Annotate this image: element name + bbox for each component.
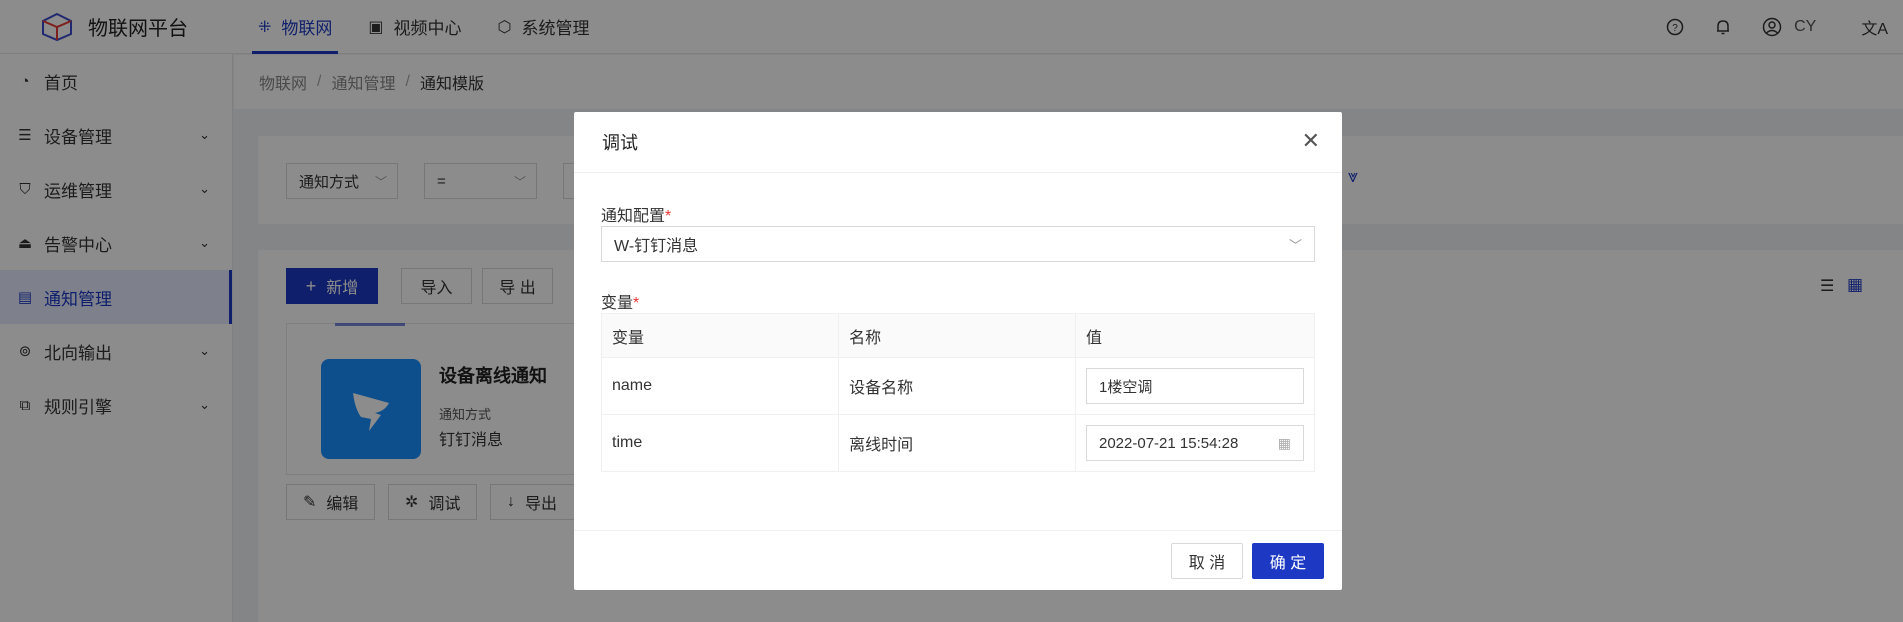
config-label: 通知配置* [601, 202, 671, 226]
config-select[interactable]: W-钉钉消息 ﹀ [601, 226, 1315, 262]
modal-footer: 取 消 确 定 [574, 530, 1342, 590]
table-row: time 离线时间 2022-07-21 15:54:28 ▦ [600, 414, 1315, 472]
variables-table: 变量 名称 值 name 设备名称 1楼空调 time 离线时间 2022-07… [600, 313, 1315, 472]
column-header: 名称 [838, 313, 1076, 358]
required-mark: * [633, 295, 640, 312]
table-row: name 设备名称 1楼空调 [600, 357, 1315, 415]
cancel-button-label: 取 消 [1188, 555, 1226, 572]
column-header: 变量 [600, 313, 840, 358]
date-picker-input[interactable]: 2022-07-21 15:54:28 ▦ [1086, 425, 1304, 461]
close-icon[interactable]: ✕ [1302, 130, 1320, 152]
var-key: name [600, 357, 840, 415]
confirm-button-label: 确 定 [1269, 555, 1307, 572]
var-name: 离线时间 [838, 414, 1076, 472]
var-value-cell: 2022-07-21 15:54:28 ▦ [1075, 414, 1315, 472]
modal-title: 调试 [602, 133, 638, 153]
var-value-text: 2022-07-21 15:54:28 [1099, 434, 1239, 452]
var-key: time [600, 414, 840, 472]
vars-label: 变量* [601, 289, 639, 313]
confirm-button[interactable]: 确 定 [1252, 543, 1324, 579]
calendar-icon: ▦ [1277, 434, 1291, 451]
var-name: 设备名称 [838, 357, 1076, 415]
var-value-cell: 1楼空调 [1075, 357, 1315, 415]
column-header: 值 [1075, 313, 1315, 358]
chevron-down-icon: ﹀ [1288, 237, 1302, 253]
config-label-text: 通知配置 [601, 208, 666, 225]
var-value-input[interactable]: 1楼空调 [1086, 368, 1304, 404]
config-select-value: W-钉钉消息 [614, 238, 699, 255]
table-header-row: 变量 名称 值 [600, 313, 1315, 358]
var-value-text: 1楼空调 [1099, 378, 1153, 396]
debug-modal: 调试 ✕ 通知配置* W-钉钉消息 ﹀ 变量* 变量 名称 值 name 设备名… [574, 112, 1342, 590]
required-mark: * [665, 208, 672, 225]
vars-label-text: 变量 [601, 295, 634, 312]
cancel-button[interactable]: 取 消 [1171, 543, 1243, 579]
